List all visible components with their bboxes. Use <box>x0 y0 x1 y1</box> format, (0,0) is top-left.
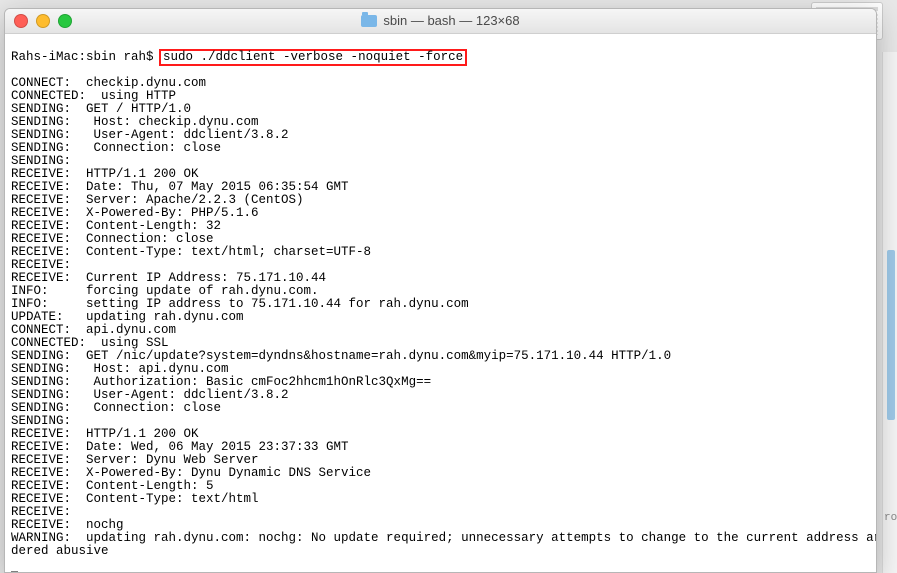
terminal-output-line: WARNING: updating rah.dynu.com: nochg: N… <box>11 532 870 545</box>
minimize-icon[interactable] <box>36 14 50 28</box>
terminal-output-line: dered abusive <box>11 545 870 558</box>
shell-prompt: Rahs-iMac:sbin rah$ <box>11 50 161 64</box>
background-color-chip <box>887 250 895 420</box>
window-controls <box>5 14 72 28</box>
terminal-output-line: RECEIVE: Content-Type: text/html; charse… <box>11 246 870 259</box>
window-title-text: sbin — bash — 123×68 <box>383 14 519 28</box>
terminal-content[interactable]: Rahs-iMac:sbin rah$ sudo ./ddclient -ver… <box>5 34 876 573</box>
close-icon[interactable] <box>14 14 28 28</box>
highlighted-command: sudo ./ddclient -verbose -noquiet -force <box>159 49 467 66</box>
terminal-window: sbin — bash — 123×68 Rahs-iMac:sbin rah$… <box>4 8 877 573</box>
terminal-output-line: RECEIVE: <box>11 506 870 519</box>
window-titlebar[interactable]: sbin — bash — 123×68 <box>5 9 876 34</box>
prompt-line: Rahs-iMac:sbin rah$ sudo ./ddclient -ver… <box>11 51 870 64</box>
window-title: sbin — bash — 123×68 <box>5 14 876 28</box>
terminal-output-line: SENDING: Connection: close <box>11 402 870 415</box>
terminal-output-line: SENDING: Connection: close <box>11 142 870 155</box>
zoom-icon[interactable] <box>58 14 72 28</box>
command-text: sudo ./ddclient -verbose -noquiet -force <box>163 50 463 64</box>
folder-icon <box>361 15 377 27</box>
background-truncated-text: rou <box>884 513 897 527</box>
terminal-output-line: RECEIVE: Content-Type: text/html <box>11 493 870 506</box>
